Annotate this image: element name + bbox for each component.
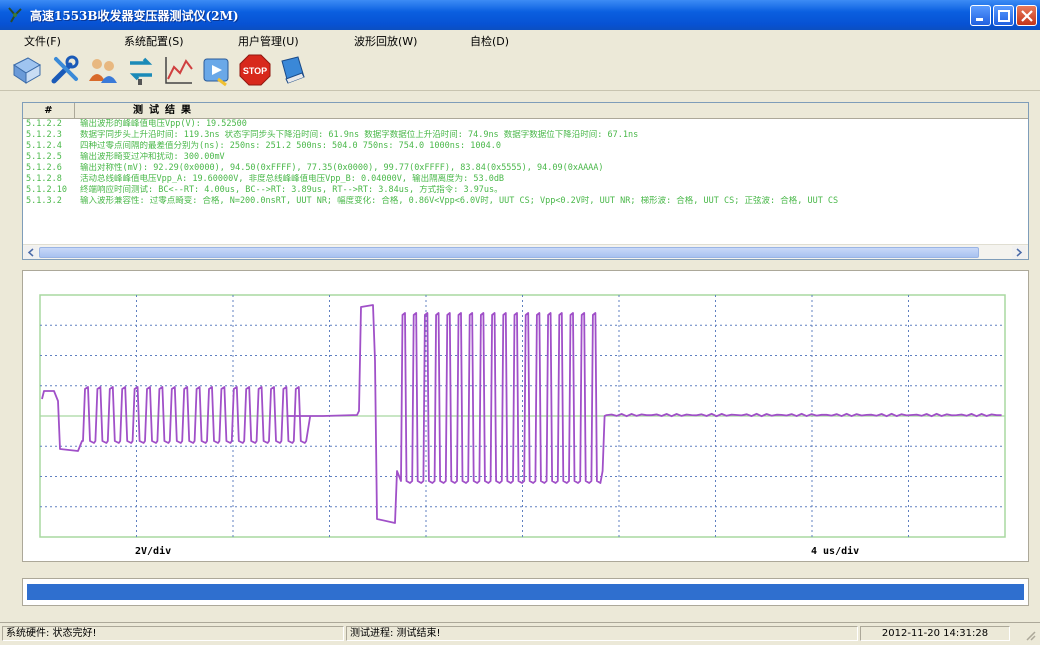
row-result: 活动总线峰峰值电压Vpp_A: 19.60000V, 非度总线峰峰值电压Vpp_…: [80, 174, 505, 184]
resize-grip-icon[interactable]: [1024, 629, 1036, 641]
waveform-button[interactable]: [162, 53, 196, 87]
window-title: 高速1553B收发器变压器测试仪(2M): [30, 9, 239, 23]
table-row[interactable]: 5.1.2.5 输出波形畸变过冲和扰动: 300.00mV: [23, 152, 1028, 163]
stop-icon: STOP: [239, 54, 271, 86]
toolbar: STOP: [0, 50, 1040, 91]
progress-fill: [27, 584, 1024, 600]
status-datetime: 2012-11-20 14:31:28: [860, 626, 1010, 641]
menu-waveform-playback[interactable]: 波形回放(W): [354, 33, 417, 49]
table-row[interactable]: 5.1.3.2 输入波形兼容性: 过零点畸变: 合格, N=200.0nsRT, …: [23, 196, 1028, 207]
playback-icon: [203, 58, 229, 87]
minimize-button[interactable]: [970, 5, 991, 26]
volt-per-div-label: 2V/div: [135, 546, 172, 557]
row-id: 5.1.2.10: [26, 185, 67, 195]
row-result: 四种过零点间隔的最差值分别为(ns): 250ns: 251.2 500ns: …: [80, 141, 501, 151]
row-id: 5.1.2.8: [26, 174, 62, 184]
stop-icon-label: STOP: [243, 66, 267, 76]
time-per-div-label: 4 us/div: [811, 546, 860, 557]
status-process: 测试进程: 测试结束!: [346, 626, 858, 641]
scroll-right-button[interactable]: [1012, 246, 1026, 259]
waveform-trace: [41, 304, 1002, 524]
row-result: 输出对称性(mV): 92.29(0x0000), 94.50(0xFFFF),…: [80, 163, 604, 173]
table-row[interactable]: 5.1.2.4 四种过零点间隔的最差值分别为(ns): 250ns: 251.2 …: [23, 141, 1028, 152]
row-id: 5.1.2.6: [26, 163, 62, 173]
help-book-icon: [281, 56, 305, 84]
column-header-id[interactable]: #: [23, 103, 75, 118]
chevron-right-icon: [1016, 248, 1023, 257]
row-result: 终端响应时间测试: BC<--RT: 4.00us, BC-->RT: 3.89…: [80, 185, 503, 195]
maximize-icon: [998, 10, 1010, 22]
open-icon: [13, 57, 41, 84]
oscilloscope-display: [39, 294, 1006, 538]
menu-file[interactable]: 文件(F): [24, 33, 61, 49]
menu-system-config[interactable]: 系统配置(S): [124, 33, 184, 49]
open-button[interactable]: [10, 53, 44, 87]
menu-self-check[interactable]: 自检(D): [470, 33, 509, 49]
row-result: 输出波形畸变过冲和扰动: 300.00mV: [80, 152, 225, 162]
row-id: 5.1.2.3: [26, 130, 62, 140]
row-result: 输入波形兼容性: 过零点畸变: 合格, N=200.0nsRT, UUT NR;…: [80, 196, 839, 206]
chevron-left-icon: [27, 248, 34, 257]
results-header: # 测试结果: [23, 103, 1028, 119]
app-icon: [8, 7, 22, 23]
table-row[interactable]: 5.1.2.2 输出波形的峰峰值电压Vpp(V): 19.52500: [23, 119, 1028, 130]
row-id: 5.1.2.2: [26, 119, 62, 129]
tools-button[interactable]: [48, 53, 82, 87]
waveform-icon: [165, 57, 193, 84]
tools-icon: [51, 55, 79, 84]
test-icon: [129, 57, 153, 85]
status-bar: 系统硬件: 状态完好! 测试进程: 测试结束! 2012-11-20 14:31…: [0, 622, 1040, 645]
row-result: 数据字同步头上升沿时间: 119.3ns 状态字同步头下降沿时间: 61.9ns…: [80, 130, 639, 140]
minimize-icon: [976, 18, 983, 21]
column-header-result[interactable]: 测试结果: [133, 103, 197, 118]
table-row[interactable]: 5.1.2.8 活动总线峰峰值电压Vpp_A: 19.60000V, 非度总线峰峰…: [23, 174, 1028, 185]
help-button[interactable]: [276, 53, 310, 87]
close-button[interactable]: [1016, 5, 1037, 26]
test-button[interactable]: [124, 53, 158, 87]
table-row[interactable]: 5.1.2.3 数据字同步头上升沿时间: 119.3ns 状态字同步头下降沿时间:…: [23, 130, 1028, 141]
playback-button[interactable]: [200, 53, 234, 87]
status-hardware: 系统硬件: 状态完好!: [2, 626, 344, 641]
menu-user-management[interactable]: 用户管理(U): [238, 33, 299, 49]
horizontal-scrollbar[interactable]: [23, 244, 1028, 259]
progress-bar: [22, 578, 1029, 606]
table-row[interactable]: 5.1.2.10 终端响应时间测试: BC<--RT: 4.00us, BC-->…: [23, 185, 1028, 196]
oscilloscope-panel: 2V/div 4 us/div: [22, 270, 1029, 562]
row-id: 5.1.3.2: [26, 196, 62, 206]
scroll-left-button[interactable]: [24, 246, 38, 259]
stop-button[interactable]: STOP: [238, 53, 272, 87]
table-row[interactable]: 5.1.2.6 输出对称性(mV): 92.29(0x0000), 94.50(0…: [23, 163, 1028, 174]
row-id: 5.1.2.4: [26, 141, 62, 151]
users-button[interactable]: [86, 53, 120, 87]
close-icon: [1021, 10, 1033, 22]
row-result: 输出波形的峰峰值电压Vpp(V): 19.52500: [80, 119, 247, 129]
scroll-thumb[interactable]: [39, 247, 979, 258]
users-icon: [89, 59, 117, 83]
results-list[interactable]: # 测试结果 5.1.2.2 输出波形的峰峰值电压Vpp(V): 19.52500…: [22, 102, 1029, 260]
menu-bar: 文件(F) 系统配置(S) 用户管理(U) 波形回放(W) 自检(D): [0, 30, 1040, 50]
row-id: 5.1.2.5: [26, 152, 62, 162]
title-bar: 高速1553B收发器变压器测试仪(2M): [0, 0, 1040, 30]
maximize-button[interactable]: [993, 5, 1014, 26]
